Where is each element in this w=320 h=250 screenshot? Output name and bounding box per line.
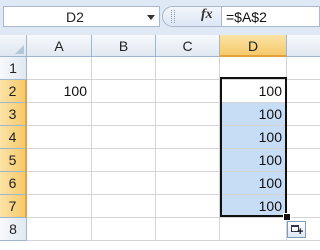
cell-e4[interactable] bbox=[287, 126, 320, 149]
cell-e1[interactable] bbox=[287, 57, 320, 80]
cell-c7[interactable] bbox=[156, 195, 220, 218]
select-all-button[interactable] bbox=[0, 35, 27, 57]
cell-a6[interactable] bbox=[27, 172, 92, 195]
column-header-d[interactable]: D bbox=[220, 35, 287, 57]
cell-c2[interactable] bbox=[156, 80, 220, 103]
name-box-value: D2 bbox=[66, 9, 84, 25]
autofill-options-button[interactable]: + bbox=[287, 221, 306, 238]
cell-d2[interactable]: 100 bbox=[220, 80, 287, 103]
row-header-7[interactable]: 7 bbox=[0, 195, 27, 218]
cell-e5[interactable] bbox=[287, 149, 320, 172]
cell-b5[interactable] bbox=[92, 149, 156, 172]
row-header-6[interactable]: 6 bbox=[0, 172, 27, 195]
cell-c6[interactable] bbox=[156, 172, 220, 195]
cell-d5[interactable]: 100 bbox=[220, 149, 287, 172]
row-header-5[interactable]: 5 bbox=[0, 149, 27, 172]
column-header-a[interactable]: A bbox=[27, 35, 92, 57]
row-header-1[interactable]: 1 bbox=[0, 57, 27, 80]
cell-e7[interactable] bbox=[287, 195, 320, 218]
column-header-b[interactable]: B bbox=[92, 35, 156, 57]
cell-b6[interactable] bbox=[92, 172, 156, 195]
cell-c8[interactable] bbox=[156, 218, 220, 241]
cell-b4[interactable] bbox=[92, 126, 156, 149]
cell-a4[interactable] bbox=[27, 126, 92, 149]
cell-b8[interactable] bbox=[92, 218, 156, 241]
cell-d6[interactable]: 100 bbox=[220, 172, 287, 195]
cell-c4[interactable] bbox=[156, 126, 220, 149]
cell-b7[interactable] bbox=[92, 195, 156, 218]
formula-controls: fx bbox=[162, 6, 222, 27]
insert-function-button[interactable]: fx bbox=[201, 7, 213, 23]
cell-b3[interactable] bbox=[92, 103, 156, 126]
cell-b1[interactable] bbox=[92, 57, 156, 80]
cell-c1[interactable] bbox=[156, 57, 220, 80]
fx-icon: fx bbox=[201, 7, 213, 22]
column-header-c[interactable]: C bbox=[156, 35, 220, 57]
formula-input[interactable]: =$A$2 bbox=[222, 6, 320, 27]
cell-a7[interactable] bbox=[27, 195, 92, 218]
cell-d3[interactable]: 100 bbox=[220, 103, 287, 126]
cell-e2[interactable] bbox=[287, 80, 320, 103]
cell-d4[interactable]: 100 bbox=[220, 126, 287, 149]
row-header-8[interactable]: 8 bbox=[0, 218, 27, 241]
chevron-down-icon[interactable] bbox=[147, 15, 155, 20]
cell-a8[interactable] bbox=[27, 218, 92, 241]
formula-text: =$A$2 bbox=[226, 9, 267, 25]
cell-d7[interactable]: 100 bbox=[220, 195, 287, 218]
cell-d8[interactable] bbox=[220, 218, 287, 241]
select-all-icon bbox=[15, 45, 24, 54]
row-header-2[interactable]: 2 bbox=[0, 80, 27, 103]
row-header-4[interactable]: 4 bbox=[0, 126, 27, 149]
row-header-3[interactable]: 3 bbox=[0, 103, 27, 126]
cell-e3[interactable] bbox=[287, 103, 320, 126]
cell-c5[interactable] bbox=[156, 149, 220, 172]
cell-d1[interactable] bbox=[220, 57, 287, 80]
cell-e6[interactable] bbox=[287, 172, 320, 195]
cell-c3[interactable] bbox=[156, 103, 220, 126]
cell-a5[interactable] bbox=[27, 149, 92, 172]
name-box[interactable]: D2 bbox=[3, 6, 160, 27]
formula-bar: D2 fx =$A$2 bbox=[0, 0, 320, 36]
cell-b2[interactable] bbox=[92, 80, 156, 103]
plus-icon: + bbox=[297, 226, 304, 238]
cell-a3[interactable] bbox=[27, 103, 92, 126]
grip-icon bbox=[171, 10, 175, 23]
cell-a2[interactable]: 100 bbox=[27, 80, 92, 103]
spreadsheet-grid: A B C D 1 2 3 4 5 6 7 8 100 100 100 100 … bbox=[0, 35, 320, 250]
column-header-e[interactable] bbox=[287, 35, 320, 57]
fill-handle[interactable] bbox=[283, 213, 291, 221]
cell-a1[interactable] bbox=[27, 57, 92, 80]
